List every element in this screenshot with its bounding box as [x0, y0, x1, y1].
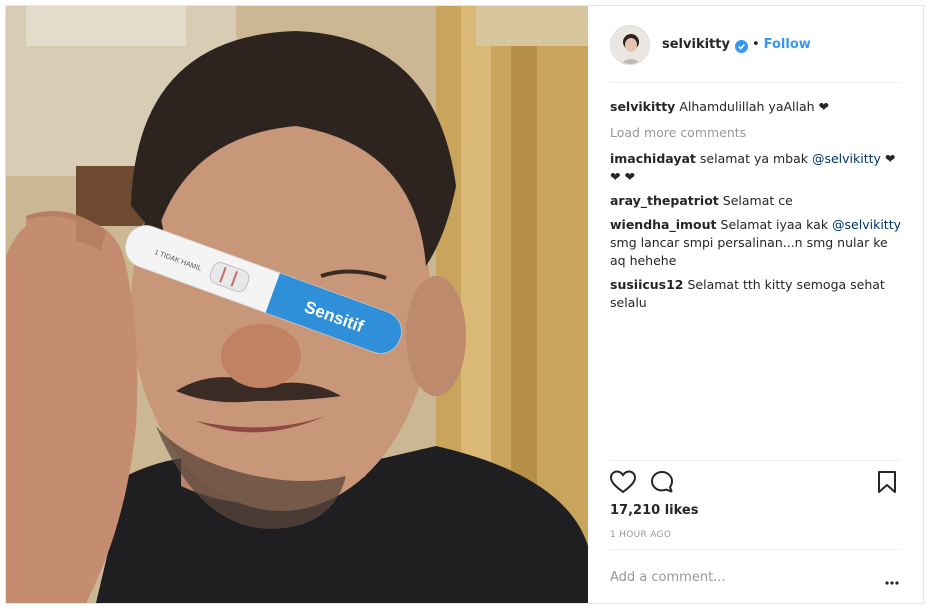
comment-item: wiendha_imout Selamat iyaa kak @selvikitt…	[610, 216, 905, 270]
comment-username[interactable]: wiendha_imout	[610, 217, 717, 232]
comment-box-divider	[610, 549, 901, 550]
comment-username[interactable]: aray_thepatriot	[610, 193, 719, 208]
heart-icon[interactable]	[609, 470, 637, 498]
caption-username[interactable]: selvikitty	[610, 99, 675, 114]
comment-bubble-icon[interactable]	[650, 470, 674, 498]
verified-badge-icon	[734, 38, 748, 53]
load-more-comments-button[interactable]: Load more comments	[610, 124, 905, 142]
comment-text: Selamat ce	[722, 193, 793, 208]
comment-username[interactable]: imachidayat	[610, 151, 696, 166]
comment-item: imachidayat selamat ya mbak @selvikitty ❤…	[610, 150, 905, 186]
add-comment-input[interactable]	[610, 566, 860, 588]
comment-mention[interactable]: @selvikitty	[832, 217, 901, 232]
comment-text: selamat ya mbak	[699, 151, 812, 166]
actions-divider	[610, 460, 901, 461]
separator-dot: •	[751, 37, 760, 52]
post-photo[interactable]: Sensitif 1 TIDAK HAMIL	[6, 6, 588, 603]
comments-list: selvikitty Alhamdulillah yaAllah ❤ Load m…	[610, 98, 905, 318]
follow-button[interactable]: Follow	[764, 37, 811, 52]
photo-illustration: Sensitif 1 TIDAK HAMIL	[6, 6, 588, 603]
comment-item: susiicus12 Selamat tth kitty semoga sehat…	[610, 276, 905, 312]
header-divider	[610, 82, 901, 83]
instagram-post: Sensitif 1 TIDAK HAMIL selvikitty • Foll…	[5, 5, 924, 604]
comment-item: aray_thepatriot Selamat ce	[610, 192, 905, 210]
action-bar	[609, 468, 901, 498]
likes-count[interactable]: 17,210 likes	[610, 503, 698, 518]
avatar-image	[611, 25, 649, 64]
caption: selvikitty Alhamdulillah yaAllah ❤	[610, 98, 905, 116]
post-header: selvikitty • Follow	[588, 6, 923, 83]
comment-mention[interactable]: @selvikitty	[812, 151, 881, 166]
caption-text: Alhamdulillah yaAllah ❤	[679, 99, 830, 114]
more-options-icon[interactable]	[885, 570, 899, 589]
comment-username[interactable]: susiicus12	[610, 277, 684, 292]
avatar[interactable]	[610, 24, 650, 65]
post-side-panel: selvikitty • Follow selvikitty Alhamdulil…	[588, 6, 923, 603]
post-username[interactable]: selvikitty	[662, 37, 730, 52]
bookmark-icon[interactable]	[876, 470, 898, 498]
post-timestamp: 1 HOUR AGO	[610, 530, 672, 540]
comment-tail: smg lancar smpi persalinan...n smg nular…	[610, 235, 888, 268]
comment-text: Selamat iyaa kak	[720, 217, 833, 232]
